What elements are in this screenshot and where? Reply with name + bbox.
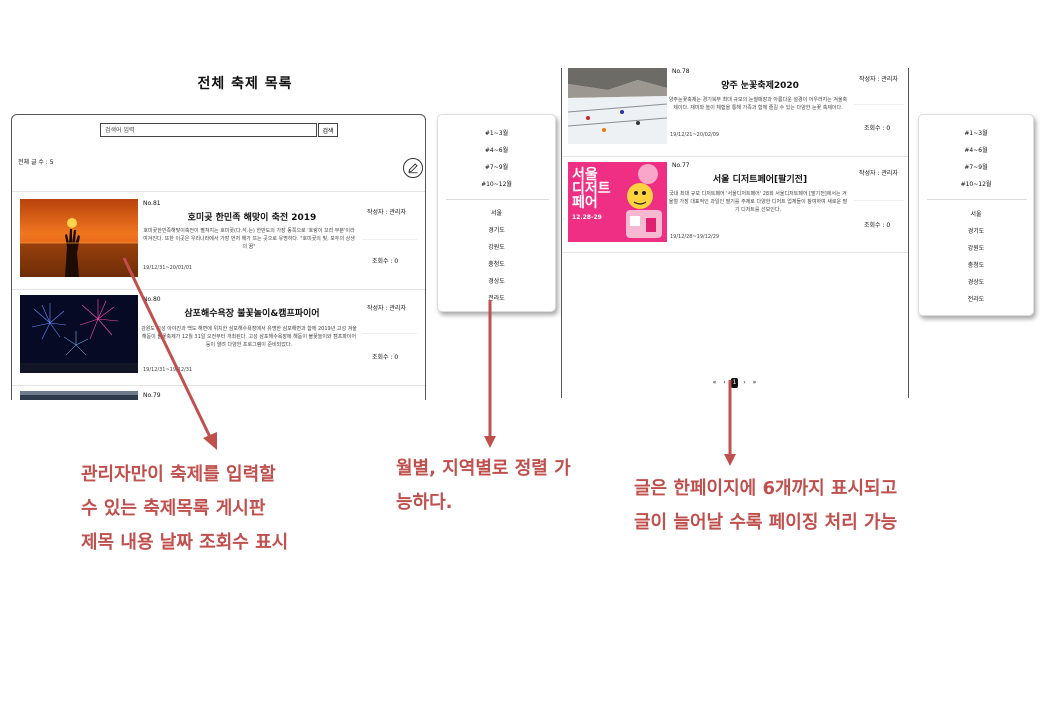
caption-line: 월별, 지역별로 정렬 가	[396, 458, 571, 479]
arrow-head	[484, 436, 496, 448]
caption-board: 관리자만이 축제를 입력할 수 있는 축제목록 게시판 제목 내용 날짜 조회수…	[81, 458, 288, 560]
annotation-arrows	[122, 257, 736, 466]
arrow-line	[122, 257, 212, 438]
caption-sort: 월별, 지역별로 정렬 가 능하다.	[396, 452, 571, 520]
caption-line: 능하다.	[396, 492, 453, 513]
caption-line: 글은 한페이지에 6개까지 표시되고	[634, 478, 898, 499]
caption-paging: 글은 한페이지에 6개까지 표시되고 글이 늘어날 수록 페이징 처리 가능	[634, 472, 897, 540]
caption-line: 관리자만이 축제를 입력할	[81, 464, 276, 485]
caption-line: 수 있는 축제목록 게시판	[81, 498, 266, 519]
caption-line: 제목 내용 날짜 조회수 표시	[81, 532, 289, 553]
arrow-head	[724, 454, 736, 466]
caption-line: 글이 늘어날 수록 페이징 처리 가능	[634, 512, 898, 533]
